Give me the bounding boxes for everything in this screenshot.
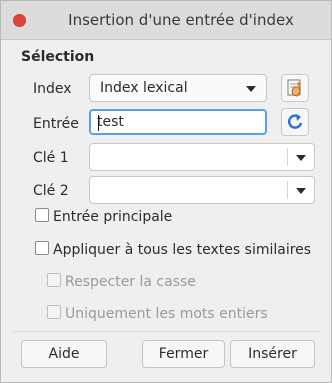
entry-label: Entrée — [33, 116, 79, 132]
window-title: Insertion d'une entrée d'index — [68, 11, 294, 29]
footer-divider — [13, 331, 319, 332]
close-icon[interactable] — [13, 14, 26, 27]
apply-all-label: Appliquer à tous les textes similaires — [53, 242, 312, 258]
whole-words-label: Uniquement les mots entiers — [65, 306, 268, 322]
key2-combo[interactable] — [89, 176, 315, 204]
new-index-icon — [287, 79, 301, 97]
index-value: Index lexical — [100, 80, 188, 96]
checkbox[interactable] — [35, 241, 49, 255]
help-button[interactable]: Aide — [21, 340, 107, 368]
chevron-down-icon — [246, 86, 256, 92]
refresh-icon — [287, 114, 303, 129]
key1-combo[interactable] — [89, 143, 315, 171]
main-entry-label: Entrée principale — [53, 209, 173, 225]
close-button[interactable]: Fermer — [142, 340, 225, 368]
checkbox — [47, 305, 61, 319]
text-caret — [98, 115, 99, 131]
main-entry-check[interactable]: Entrée principale — [35, 208, 172, 225]
section-title: Sélection — [21, 49, 95, 65]
key2-label: Clé 2 — [33, 183, 69, 199]
entry-value: test — [97, 114, 124, 130]
whole-words-check: Uniquement les mots entiers — [47, 305, 268, 322]
checkbox — [47, 273, 61, 287]
index-combo[interactable]: Index lexical — [89, 74, 267, 102]
chevron-down-icon[interactable] — [296, 188, 306, 194]
insert-button[interactable]: Insérer — [230, 340, 315, 368]
chevron-down-icon[interactable] — [296, 155, 306, 161]
checkbox[interactable] — [35, 208, 49, 222]
index-label: Index — [33, 81, 72, 97]
match-case-check: Respecter la casse — [47, 273, 196, 290]
dialog-window: Insertion d'une entrée d'index Sélection… — [0, 0, 332, 383]
match-case-label: Respecter la casse — [65, 274, 196, 290]
apply-all-check[interactable]: Appliquer à tous les textes similaires — [35, 241, 311, 258]
entry-input[interactable]: test — [89, 109, 267, 135]
update-entry-button[interactable] — [281, 108, 309, 136]
title-bar: Insertion d'une entrée d'index — [1, 1, 331, 40]
new-index-button[interactable] — [281, 74, 309, 102]
key1-label: Clé 1 — [33, 150, 69, 166]
